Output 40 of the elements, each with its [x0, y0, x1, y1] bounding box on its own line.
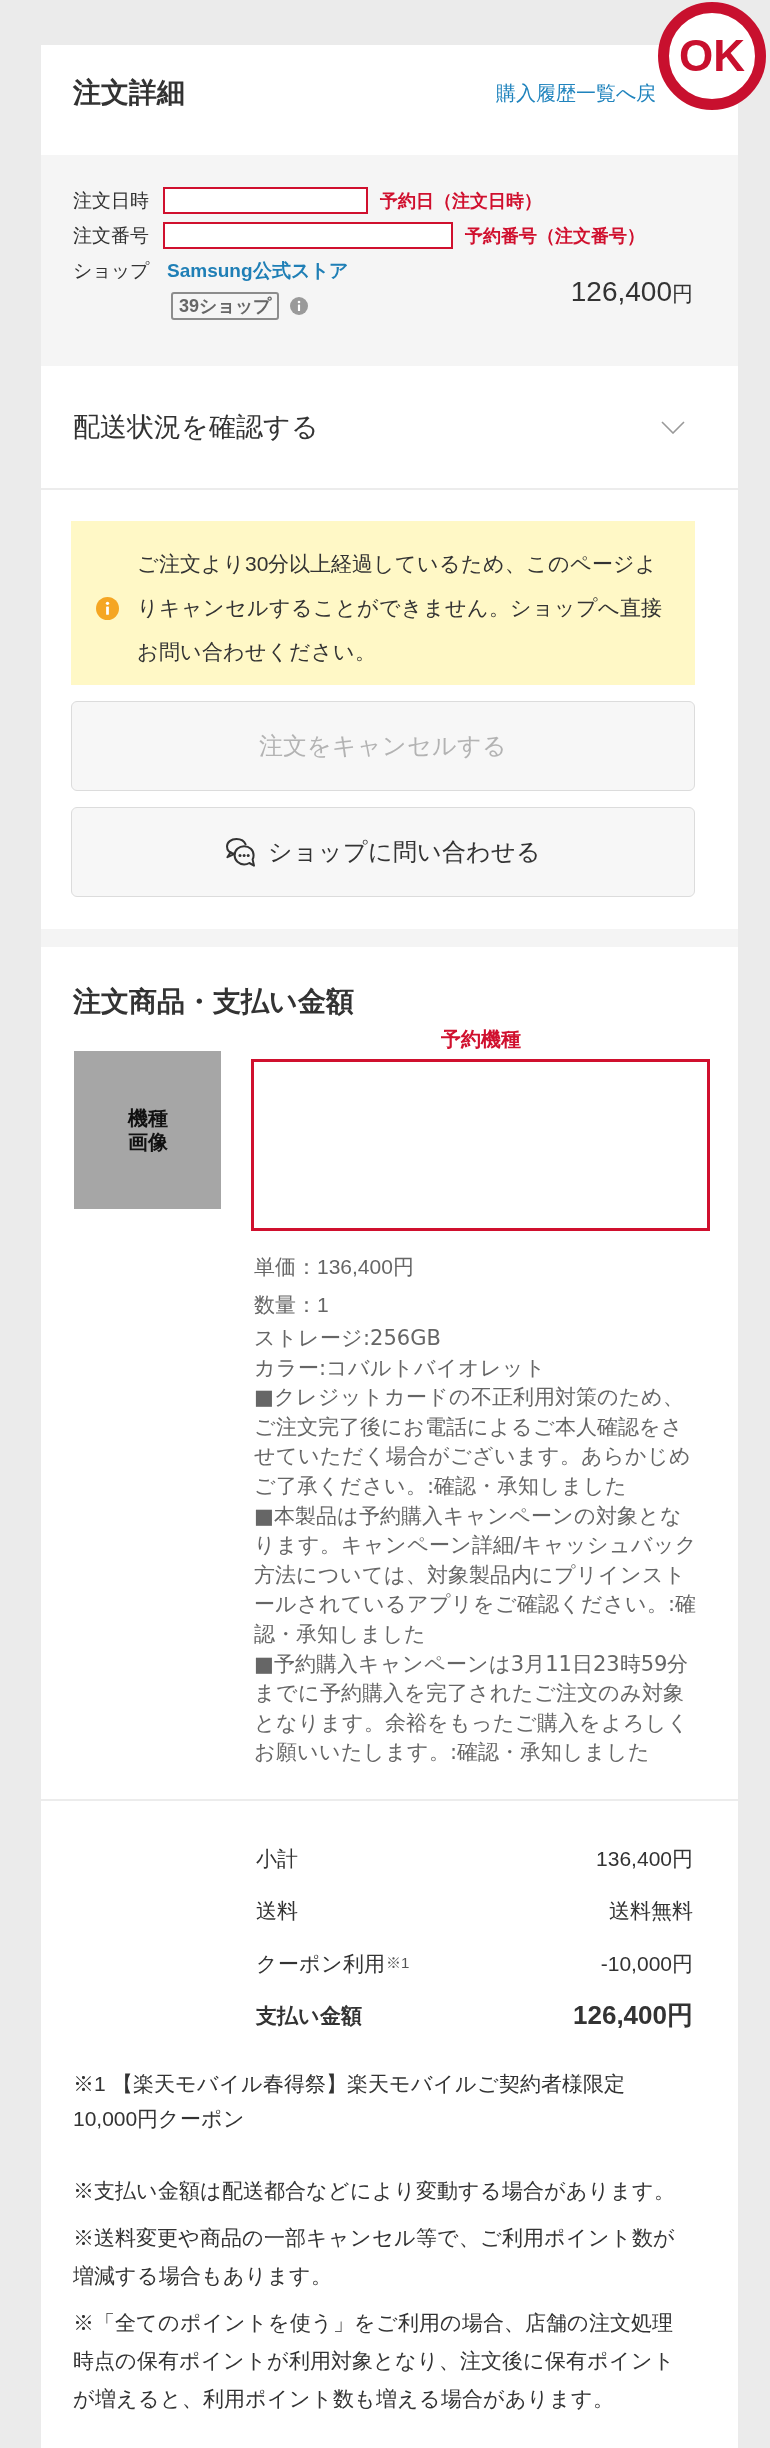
summary-label: クーポン利用 — [256, 1950, 385, 1977]
section-title: 注文商品・支払い金額 — [73, 985, 354, 1019]
annotation-label: 予約日（注文日時） — [380, 189, 542, 213]
summary-label: 小計 — [256, 1846, 298, 1873]
approval-stamp: OK — [658, 2, 766, 110]
summary-value: -10,000円 — [600, 1950, 693, 1977]
shop-link[interactable]: Samsung公式ストア — [167, 253, 348, 288]
note-text: ※送料変更や商品の一部キャンセル等で、ご利用ポイント数が増減する場合もあります。 — [73, 2225, 676, 2291]
unit-price: 単価：136,400円 — [254, 1254, 414, 1280]
annotation-label: 予約番号（注文番号） — [465, 224, 645, 248]
page-title: 注文詳細 — [73, 76, 185, 110]
field-label: ショップ — [73, 259, 151, 283]
info-icon — [96, 596, 119, 620]
product-option: ストレージ:256GB — [254, 1324, 441, 1354]
summary-label: 送料 — [256, 1898, 298, 1925]
notice-text: ご注文より30分以上経過しているため、このページよりキャンセルすることができません。ショップへ直接お問い合わせください。 — [137, 551, 663, 665]
delivery-status-toggle[interactable]: 配送状況を確認する — [41, 366, 738, 488]
order-total: 126,400円 — [570, 275, 693, 308]
quantity: 数量：1 — [254, 1292, 329, 1318]
product-option: ■本製品は予約購入キャンペーンの対象となります。キャンペーン詳細/キャッシュバック方法については、対象製品内にプリインストールされているアプリをご確認ください。:確認・承知しました — [254, 1501, 702, 1650]
contact-shop-button[interactable]: ショップに問い合わせる — [71, 807, 695, 897]
chat-bubbles-icon — [225, 837, 256, 867]
note-text: ※「全てのポイントを使う」をご利用の場合、店舗の注文処理時点の保有ポイントが利用対象となり、注文後に保有ポイントが増えると、利用ポイント数も増える場合があります。 — [73, 2310, 676, 2414]
field-label: 注文番号 — [73, 224, 150, 248]
product-option: カラー:コバルトバイオレット — [254, 1353, 547, 1384]
product-option: ■クレジットカードの不正利用対策のため、ご注文完了後にお電話によるご本人確認をさせていただく場合がございます。あらかじめご了承ください。:確認・承知しました — [254, 1383, 702, 1502]
note-text: ※支払い金額は配送都合などにより変動する場合があります。 — [73, 2178, 675, 2206]
shop-tag: 39ショップ — [171, 292, 280, 320]
placeholder-label: 機種画像 — [127, 1106, 168, 1154]
field-label: 注文日時 — [73, 189, 150, 213]
total-label: 支払い金額 — [256, 2002, 362, 2029]
back-to-history-link[interactable]: 購入履歴一覧へ戻 — [496, 81, 656, 105]
footnote-mark: ※1 — [386, 1954, 410, 1974]
info-icon[interactable] — [290, 297, 309, 315]
summary-value: 送料無料 — [609, 1898, 693, 1925]
summary-value: 136,400円 — [596, 1846, 693, 1873]
annotation-label: 予約機種 — [440, 1027, 521, 1051]
total-amount: 126,400円 — [573, 1999, 693, 2033]
footnote-text: ※1 【楽天モバイル春得祭】楽天モバイルご契約者様限定10,000円クーポン — [73, 2071, 626, 2133]
product-option: ■予約購入キャンペーンは3月11日23時59分までに予約購入を完了されたご注文のみ対象となります。余裕をもったご購入をよろしくお願いいたします。:確認・承知しました — [254, 1649, 702, 1768]
